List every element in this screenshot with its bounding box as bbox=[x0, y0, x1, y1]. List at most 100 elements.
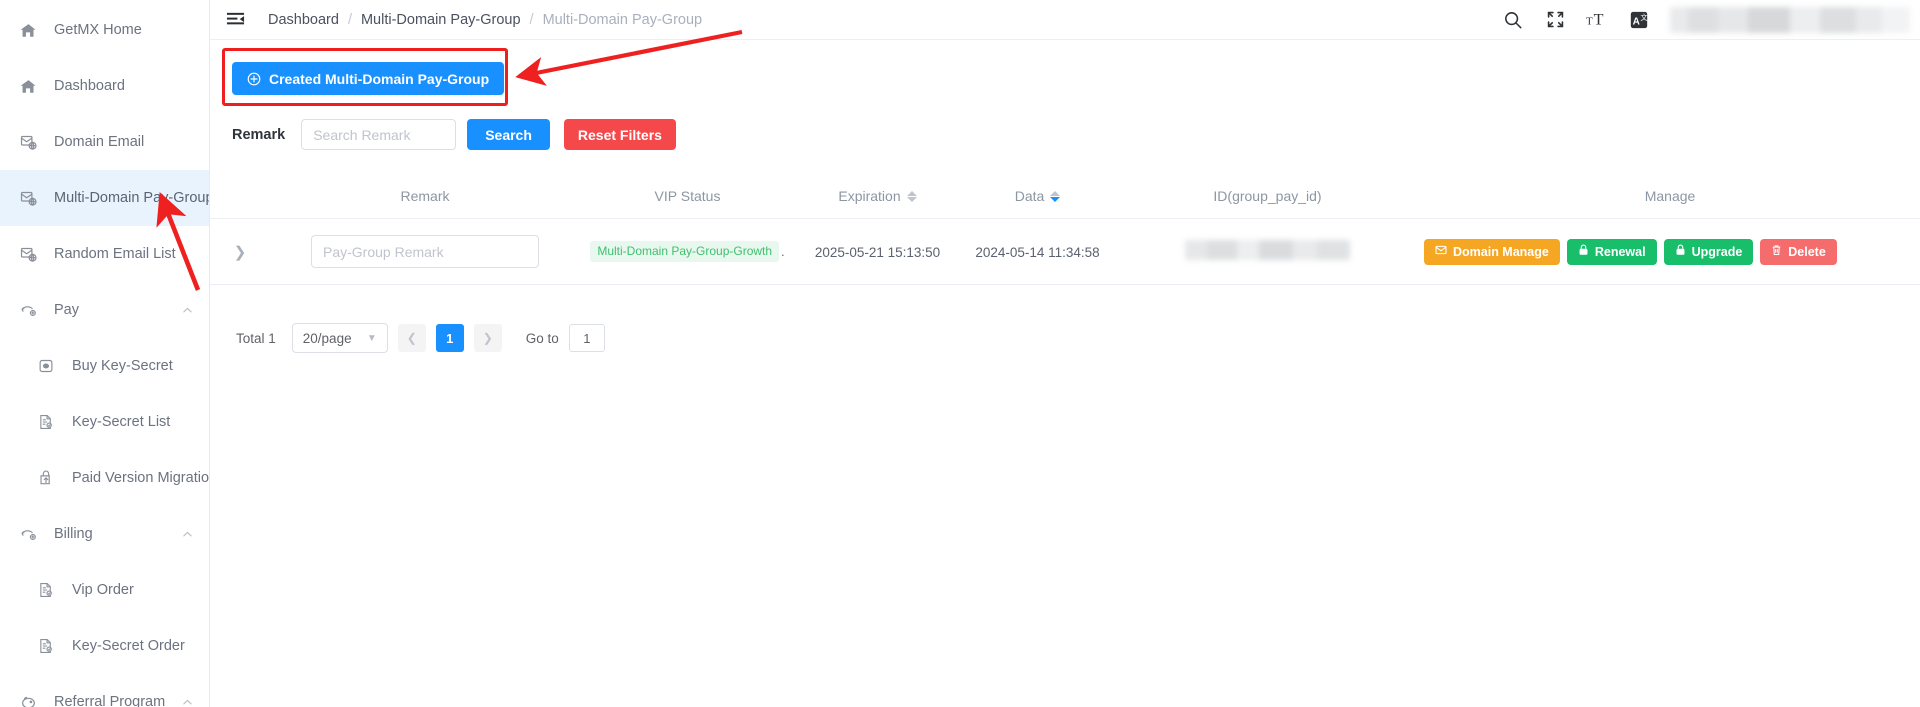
breadcrumb-separator: / bbox=[347, 11, 352, 28]
sidebar-item-label: Pay bbox=[54, 302, 79, 318]
sidebar-item-paid-version-migration[interactable]: Paid Version Migration bbox=[0, 450, 209, 506]
create-button-row: Created Multi-Domain Pay-Group bbox=[210, 40, 1920, 95]
fullscreen-icon[interactable] bbox=[1538, 3, 1572, 37]
referral-icon bbox=[18, 692, 38, 707]
pay-icon bbox=[18, 300, 38, 320]
table-body: ❯ Multi-Domain Pay-Group-Growth.2025-05-2… bbox=[210, 218, 1920, 285]
breadcrumb-item[interactable]: Multi-Domain Pay-Group bbox=[361, 12, 521, 28]
row-remark-input[interactable] bbox=[311, 235, 539, 268]
chevron-right-icon[interactable]: ❯ bbox=[234, 244, 247, 261]
remark-filter-label: Remark bbox=[232, 126, 286, 143]
chevron-right-icon: ❯ bbox=[482, 331, 493, 345]
pagination: Total 1 20/page ▼ ❮ 1 ❯ Go to bbox=[210, 285, 1920, 353]
remark-search-input[interactable] bbox=[301, 119, 457, 150]
vip-status-badge: Multi-Domain Pay-Group-Growth bbox=[590, 241, 780, 262]
row-action-label: Delete bbox=[1788, 244, 1826, 259]
table-column-label: ID(group_pay_id) bbox=[1213, 188, 1322, 204]
reset-filters-button[interactable]: Reset Filters bbox=[563, 119, 676, 150]
row-vip-cell: Multi-Domain Pay-Group-Growth. bbox=[580, 218, 795, 285]
chevron-left-icon: ❮ bbox=[406, 331, 417, 345]
chevron-up-icon[interactable] bbox=[179, 526, 195, 542]
sort-data-icon[interactable] bbox=[1050, 190, 1061, 202]
breadcrumb-item[interactable]: Dashboard bbox=[268, 12, 339, 28]
row-action-domain-manage-button[interactable]: Domain Manage bbox=[1424, 238, 1560, 265]
row-expand-cell: ❯ bbox=[210, 218, 270, 285]
create-pay-group-label: Created Multi-Domain Pay-Group bbox=[269, 70, 490, 87]
sidebar-item-buy-key-secret[interactable]: Buy Key-Secret bbox=[0, 338, 209, 394]
row-id-cell bbox=[1115, 218, 1420, 285]
table-column-label: VIP Status bbox=[654, 188, 721, 204]
sidebar-item-domain-email[interactable]: Domain Email bbox=[0, 114, 209, 170]
table-column-exp[interactable]: Expiration bbox=[795, 174, 960, 219]
home-icon bbox=[18, 76, 38, 96]
sidebar-nav-list: GetMX Home Dashboard Domain Email Multi-D… bbox=[0, 2, 209, 707]
search-icon[interactable] bbox=[1496, 3, 1530, 37]
pay-group-table: Remark VIP Status Expiration Data ID(group_p… bbox=[210, 174, 1920, 285]
chevron-up-icon[interactable] bbox=[179, 694, 195, 707]
sidebar-item-label: Multi-Domain Pay-Group bbox=[54, 190, 210, 206]
trash-icon bbox=[1771, 244, 1782, 259]
sidebar-item-label: Vip Order bbox=[72, 582, 134, 598]
row-action-label: Renewal bbox=[1594, 244, 1646, 259]
sidebar-item-label: Paid Version Migration bbox=[72, 470, 210, 486]
sidebar-item-pay[interactable]: Pay bbox=[0, 282, 209, 338]
table-column-label: Manage bbox=[1644, 188, 1696, 204]
row-manage-cell: Domain Manage Renewal Upgrade Delete bbox=[1420, 218, 1920, 285]
row-action-renewal-button[interactable]: Renewal bbox=[1566, 238, 1657, 265]
svg-text:T: T bbox=[1594, 12, 1604, 29]
pagination-goto-input[interactable] bbox=[568, 324, 605, 352]
main-area: Dashboard / Multi-Domain Pay-Group / Multi-D… bbox=[210, 0, 1920, 707]
plus-circle-icon bbox=[247, 72, 261, 86]
table-header-row: Remark VIP Status Expiration Data ID(group_p… bbox=[210, 174, 1920, 219]
sidebar-item-multi-domain-pay-group[interactable]: Multi-Domain Pay-Group bbox=[0, 170, 209, 226]
sidebar-item-key-secret-order[interactable]: Key-Secret Order bbox=[0, 618, 209, 674]
sidebar-item-referral-program[interactable]: Referral Program bbox=[0, 674, 209, 707]
search-button[interactable]: Search bbox=[467, 119, 550, 150]
menu-fold-icon[interactable] bbox=[224, 9, 246, 31]
breadcrumb-separator: / bbox=[529, 11, 534, 28]
table-column-data[interactable]: Data bbox=[960, 174, 1115, 219]
mail-icon bbox=[1435, 244, 1447, 259]
chevron-up-icon[interactable] bbox=[179, 302, 195, 318]
table-column-vip: VIP Status bbox=[580, 174, 795, 219]
pagination-total: Total 1 bbox=[236, 330, 276, 346]
sidebar-item-dashboard[interactable]: Dashboard bbox=[0, 58, 209, 114]
pagination-page-1[interactable]: 1 bbox=[435, 324, 464, 352]
list-doc-icon bbox=[36, 412, 56, 432]
buy-key-icon bbox=[36, 356, 56, 376]
list-doc-icon bbox=[36, 636, 56, 656]
filter-bar: Remark Search Reset Filters bbox=[210, 95, 1920, 150]
sidebar-item-label: GetMX Home bbox=[54, 22, 142, 38]
sidebar-item-vip-order[interactable]: Vip Order bbox=[0, 562, 209, 618]
top-bar: Dashboard / Multi-Domain Pay-Group / Multi-D… bbox=[210, 0, 1920, 40]
language-icon[interactable]: A 文 bbox=[1622, 3, 1656, 37]
svg-text:文: 文 bbox=[1640, 13, 1648, 22]
pagination-prev-button[interactable]: ❮ bbox=[397, 324, 426, 352]
user-profile-redacted[interactable] bbox=[1670, 6, 1910, 33]
table-column-expand bbox=[210, 174, 270, 219]
pagination-next-button[interactable]: ❯ bbox=[473, 324, 502, 352]
row-data-cell: 2024-05-14 11:34:58 bbox=[960, 218, 1115, 285]
table-header: Remark VIP Status Expiration Data ID(group_p… bbox=[210, 174, 1920, 219]
breadcrumb: Dashboard / Multi-Domain Pay-Group / Multi-D… bbox=[268, 12, 702, 28]
row-action-label: Domain Manage bbox=[1453, 244, 1549, 259]
font-size-icon[interactable]: T T bbox=[1580, 3, 1614, 37]
lock-icon bbox=[1675, 244, 1686, 259]
domain-email-icon bbox=[18, 132, 38, 152]
sidebar-item-random-email-list[interactable]: Random Email List bbox=[0, 226, 209, 282]
sort-exp-icon[interactable] bbox=[906, 190, 917, 202]
sidebar-item-billing[interactable]: Billing bbox=[0, 506, 209, 562]
domain-email-icon bbox=[18, 244, 38, 264]
table-row: ❯ Multi-Domain Pay-Group-Growth.2025-05-2… bbox=[210, 218, 1920, 285]
page-size-select[interactable]: 20/page ▼ bbox=[291, 323, 388, 353]
home-icon bbox=[18, 20, 38, 40]
row-action-upgrade-button[interactable]: Upgrade bbox=[1663, 238, 1754, 265]
page-content: Created Multi-Domain Pay-Group Remark Se… bbox=[210, 40, 1920, 707]
sidebar-item-getmx-home[interactable]: GetMX Home bbox=[0, 2, 209, 58]
row-action-delete-button[interactable]: Delete bbox=[1760, 238, 1837, 265]
row-expiration-cell: 2025-05-21 15:13:50 bbox=[795, 218, 960, 285]
sidebar-item-key-secret-list[interactable]: Key-Secret List bbox=[0, 394, 209, 450]
page-size-value: 20/page bbox=[302, 330, 352, 346]
sidebar-item-label: Key-Secret Order bbox=[72, 638, 185, 654]
create-pay-group-button[interactable]: Created Multi-Domain Pay-Group bbox=[232, 62, 505, 95]
